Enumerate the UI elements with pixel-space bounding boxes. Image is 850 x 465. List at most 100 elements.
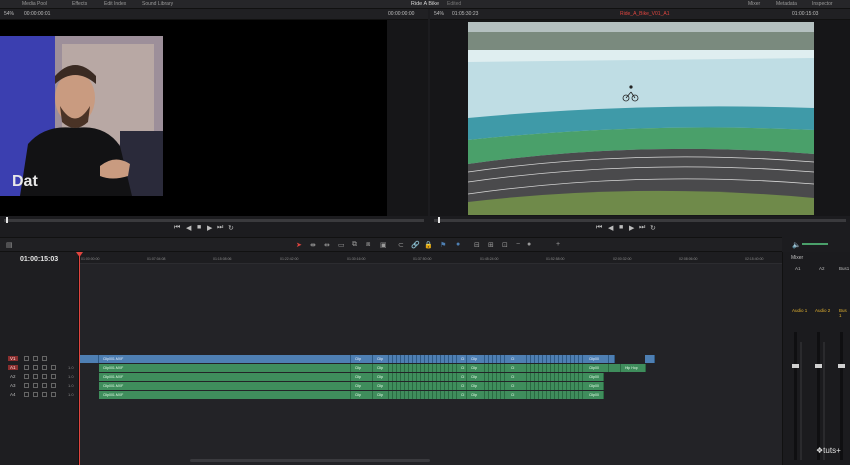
lock-track-icon[interactable] (24, 365, 29, 370)
zoom-slider-knob-icon[interactable]: ● (527, 241, 531, 248)
track-name[interactable]: A1 (8, 365, 18, 370)
timeline-scrub-handle[interactable] (438, 217, 440, 223)
video-clip-group[interactable] (527, 355, 585, 363)
audio-clip-group[interactable] (485, 382, 507, 390)
replace-clip-icon[interactable]: ▣ (380, 241, 387, 249)
audio-clip[interactable]: Clip00 (585, 364, 609, 372)
stop-icon[interactable]: ■ (619, 224, 623, 231)
loop-icon[interactable]: ↻ (228, 224, 234, 232)
audio-clip-group[interactable] (527, 373, 585, 381)
mute-icon[interactable] (51, 374, 56, 379)
zoom-custom-icon[interactable]: ⊡ (502, 241, 508, 249)
solo-icon[interactable] (42, 365, 47, 370)
fader-a2[interactable] (817, 332, 820, 460)
audio-clip[interactable]: Cl (457, 382, 467, 390)
audio-clip[interactable]: Cl (507, 364, 527, 372)
mute-icon[interactable] (51, 383, 56, 388)
video-clip[interactable]: Clip (467, 355, 485, 363)
video-clip[interactable]: Clip00 (585, 355, 609, 363)
video-clip[interactable] (79, 355, 99, 363)
auto-select-icon[interactable] (33, 365, 38, 370)
lock-track-icon[interactable] (24, 356, 29, 361)
audio-clip[interactable]: Clip (351, 382, 373, 390)
audio-clip[interactable]: Clip00 (585, 382, 604, 390)
auto-select-icon[interactable] (33, 383, 38, 388)
audio-clip-group[interactable] (527, 391, 585, 399)
audio-clip[interactable]: Clip (373, 391, 389, 399)
lock-track-icon[interactable] (24, 383, 29, 388)
auto-select-icon[interactable] (33, 374, 38, 379)
auto-select-icon[interactable] (33, 356, 38, 361)
audio-clip-music[interactable]: Hip Hop (621, 364, 646, 372)
video-clip[interactable]: Cl (457, 355, 467, 363)
flag-icon[interactable]: ⚑ (440, 241, 446, 249)
insert-clip-icon[interactable]: ⧉ (352, 241, 357, 249)
audio-clip[interactable]: Cl (457, 391, 467, 399)
snapping-icon[interactable]: ⊂ (398, 241, 404, 249)
audio-clip[interactable]: Clip (373, 373, 389, 381)
layout-icon[interactable]: ▤ (6, 241, 13, 249)
zoom-out-icon[interactable]: − (516, 241, 520, 248)
video-clip[interactable] (645, 355, 655, 363)
audio-clip[interactable]: Clip (351, 364, 373, 372)
video-clip[interactable]: Clip (351, 355, 373, 363)
fader-bus1[interactable] (840, 332, 843, 460)
track-name[interactable]: V1 (8, 356, 18, 361)
audio-clip[interactable]: Clip001.MXF (99, 391, 351, 399)
track-name[interactable]: A2 (10, 374, 16, 379)
mixer-tab[interactable]: Mixer (748, 1, 760, 7)
video-clip[interactable]: Cl (507, 355, 527, 363)
track-name[interactable]: A3 (10, 383, 16, 388)
audio-clip-group[interactable] (485, 364, 507, 372)
audio-clip-group[interactable] (485, 373, 507, 381)
audio-clip[interactable]: Clip (351, 373, 373, 381)
audio-clip[interactable]: Cl (507, 391, 527, 399)
dynamic-trim-icon[interactable]: ⇹ (324, 241, 330, 249)
audio-clip[interactable] (609, 364, 621, 372)
playhead[interactable] (79, 252, 80, 465)
fader-a1[interactable] (794, 332, 797, 460)
play-reverse-icon[interactable]: ◀ (186, 224, 191, 232)
audio-clip[interactable]: Clip (373, 364, 389, 372)
source-zoom[interactable]: 54% (4, 11, 14, 17)
audio-clip[interactable]: Clip00 (585, 391, 604, 399)
audio-clip[interactable]: Clip001.MXF (99, 373, 351, 381)
audio-clip-group[interactable] (389, 373, 457, 381)
audio-clip-group[interactable] (389, 391, 457, 399)
source-scrub-bar[interactable] (4, 217, 424, 223)
play-icon[interactable]: ▶ (629, 224, 634, 232)
loop-icon[interactable]: ↻ (650, 224, 656, 232)
fast-forward-icon[interactable]: ⏭ (217, 224, 223, 232)
fader-knob-bus1[interactable] (838, 364, 845, 368)
audio-clip[interactable]: Clip (467, 382, 485, 390)
master-volume-slider[interactable] (802, 243, 828, 245)
lock-icon[interactable]: 🔒 (424, 241, 433, 249)
audio-clip[interactable]: Clip001.MXF (99, 364, 351, 372)
video-clip-group[interactable] (389, 355, 457, 363)
link-icon[interactable]: 🔗 (411, 241, 420, 249)
fast-forward-icon[interactable]: ⏭ (639, 224, 645, 232)
marker-icon[interactable]: ● (456, 241, 460, 248)
stop-icon[interactable]: ■ (197, 224, 201, 231)
track-name[interactable]: A4 (10, 392, 16, 397)
audio-clip[interactable]: Clip (373, 382, 389, 390)
source-scrub-handle[interactable] (6, 217, 8, 223)
audio-clip[interactable]: Clip001.MXF (99, 382, 351, 390)
overwrite-clip-icon[interactable]: ⧈ (366, 241, 370, 249)
solo-icon[interactable] (42, 392, 47, 397)
audio-clip-group[interactable] (485, 391, 507, 399)
video-clip-group[interactable] (485, 355, 507, 363)
video-clip[interactable]: Clip001.MXF (99, 355, 351, 363)
blade-tool-icon[interactable]: ▭ (338, 241, 345, 249)
audio-clip[interactable]: Clip (467, 391, 485, 399)
fader-knob-a2[interactable] (815, 364, 822, 368)
timeline-ruler[interactable]: 01:00:00:00 01:07:04:08 01:15:08:06 01:2… (79, 252, 782, 264)
timeline-scrollbar[interactable] (190, 459, 430, 462)
audio-clip[interactable]: Cl (457, 373, 467, 381)
video-clip[interactable]: Clip (373, 355, 389, 363)
audio-clip[interactable]: Cl (507, 382, 527, 390)
mute-icon[interactable] (51, 392, 56, 397)
trim-tool-icon[interactable]: ⇼ (310, 241, 316, 249)
zoom-full-icon[interactable]: ⊟ (474, 241, 480, 249)
audio-clip[interactable]: Clip (351, 391, 373, 399)
